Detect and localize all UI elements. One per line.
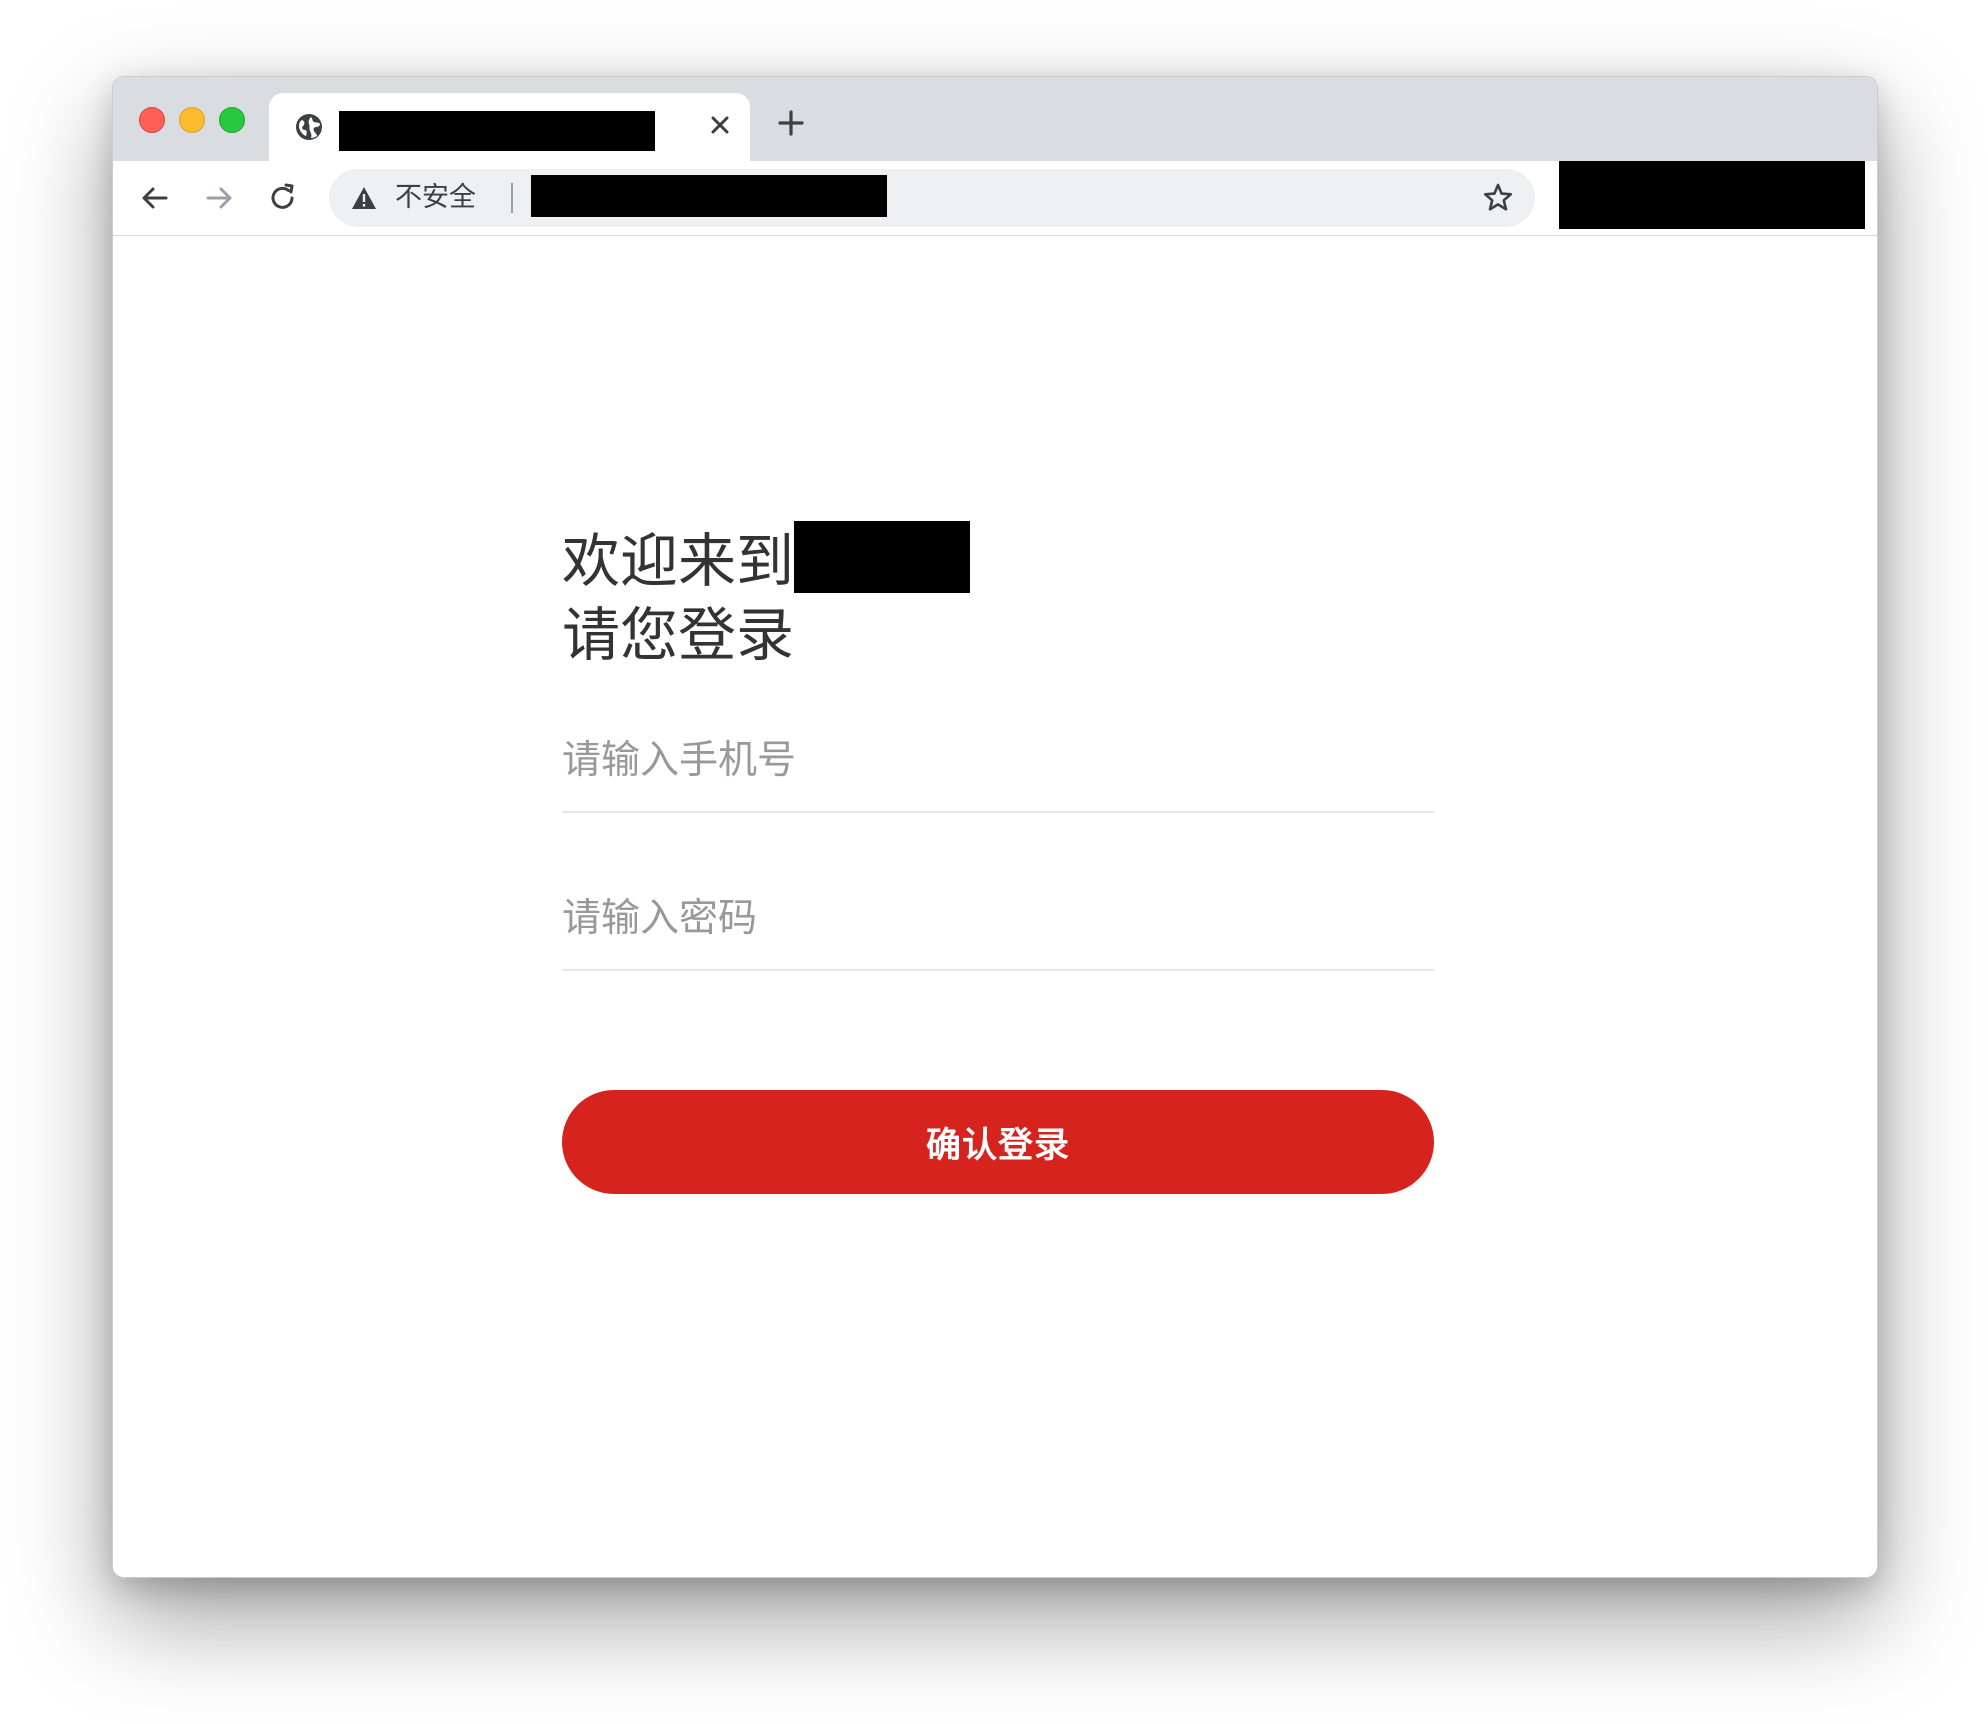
toolbar-extensions-redacted bbox=[1559, 161, 1865, 229]
browser-window: 不安全 欢迎来到 请您登录 确认登录 bbox=[112, 76, 1878, 1578]
tab-title-redacted bbox=[339, 111, 655, 151]
window-close-button[interactable] bbox=[139, 107, 165, 133]
arrow-left-icon[interactable] bbox=[137, 180, 173, 216]
welcome-line: 欢迎来到 bbox=[562, 520, 971, 598]
globe-icon bbox=[296, 114, 322, 140]
login-heading: 欢迎来到 请您登录 bbox=[562, 520, 971, 672]
url-redacted bbox=[531, 175, 887, 217]
close-icon[interactable] bbox=[704, 109, 736, 141]
address-bar[interactable]: 不安全 bbox=[329, 169, 1535, 227]
warning-icon[interactable] bbox=[351, 186, 377, 210]
star-icon[interactable] bbox=[1481, 181, 1515, 215]
plus-icon[interactable] bbox=[775, 107, 807, 139]
login-page: 欢迎来到 请您登录 确认登录 bbox=[113, 236, 1877, 1577]
password-input[interactable] bbox=[562, 867, 1434, 971]
login-prompt: 请您登录 bbox=[562, 600, 795, 669]
welcome-text: 欢迎来到 bbox=[562, 526, 795, 595]
phone-input[interactable] bbox=[562, 709, 1434, 813]
brand-name-redacted bbox=[794, 520, 971, 593]
browser-toolbar: 不安全 bbox=[113, 161, 1877, 236]
reload-icon[interactable] bbox=[265, 180, 301, 216]
security-status-label[interactable]: 不安全 bbox=[395, 181, 476, 215]
browser-tab-active[interactable] bbox=[269, 93, 750, 161]
browser-titlebar bbox=[113, 77, 1877, 161]
arrow-right-icon[interactable] bbox=[201, 180, 237, 216]
window-minimize-button[interactable] bbox=[179, 107, 205, 133]
address-bar-separator bbox=[511, 183, 513, 213]
window-maximize-button[interactable] bbox=[219, 107, 245, 133]
confirm-login-button[interactable]: 确认登录 bbox=[562, 1090, 1434, 1194]
